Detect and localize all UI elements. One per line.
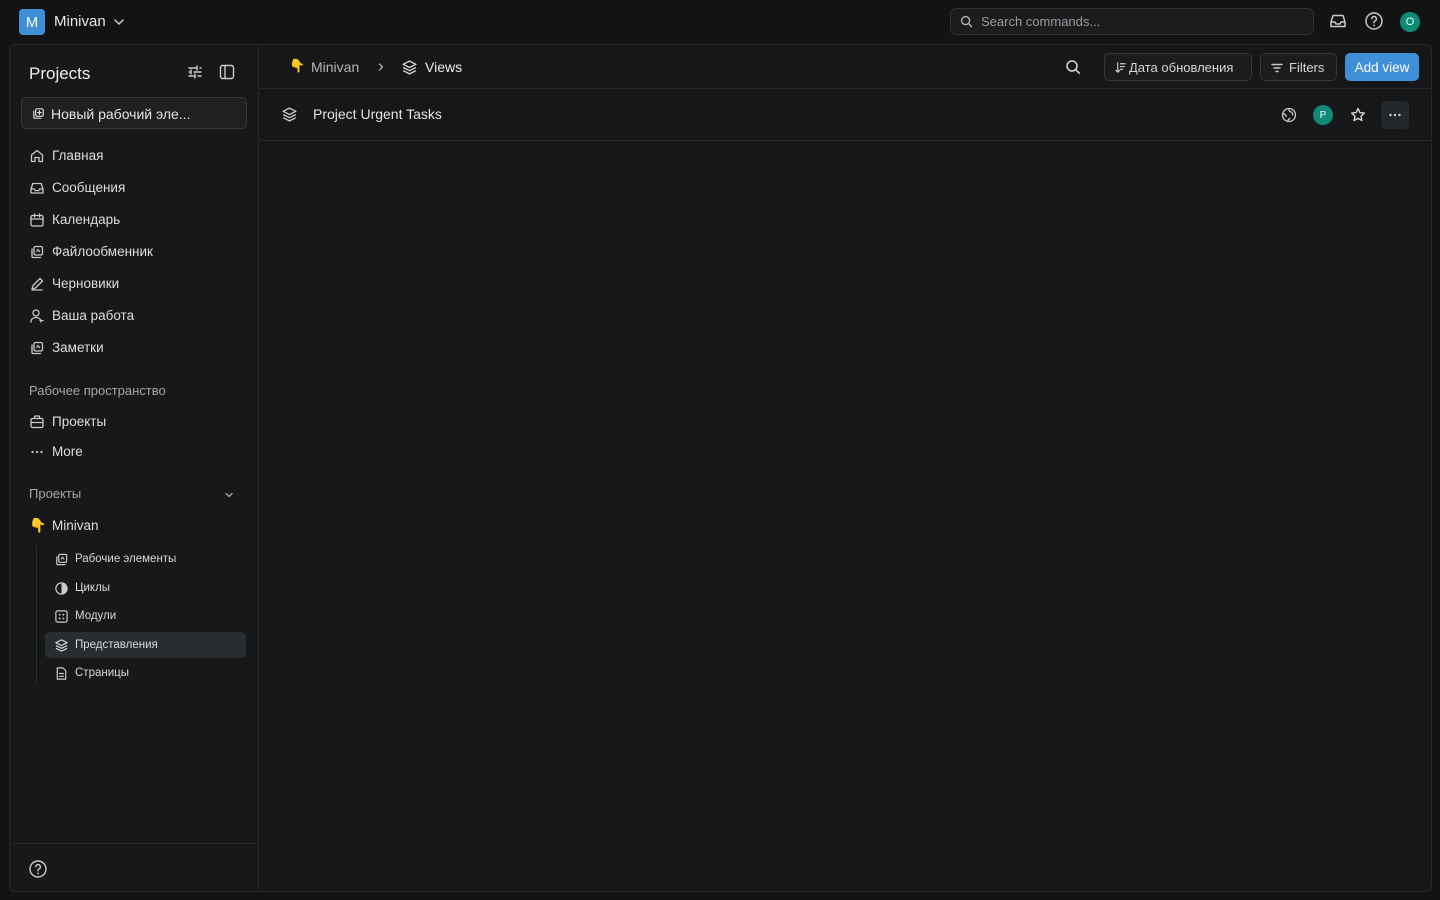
sidebar-item-more[interactable]: More [21, 439, 247, 465]
sub-item-label: Страницы [75, 667, 129, 679]
search-input[interactable] [981, 12, 1301, 31]
new-item-icon [33, 108, 44, 119]
stack-icon [56, 553, 68, 566]
sidebar-item-projects[interactable]: Проекты [21, 409, 247, 435]
search-icon [960, 15, 973, 28]
breadcrumb-project-emoji: 👇 [289, 58, 306, 73]
help-icon[interactable] [1364, 11, 1384, 31]
header-bar: 👇 Minivan Views Дата обновления Filters … [259, 45, 1431, 89]
chevron-down-icon[interactable] [112, 15, 126, 29]
help-icon[interactable] [28, 859, 48, 879]
contrast-icon [55, 582, 68, 595]
project-link-views[interactable]: Представления [45, 632, 246, 658]
sort-label: Дата обновления [1129, 60, 1234, 75]
globe-icon[interactable] [1280, 106, 1298, 124]
user-avatar[interactable]: O [1400, 12, 1420, 32]
star-icon[interactable] [1349, 106, 1367, 124]
sidebar-title: Projects [29, 64, 91, 83]
filter-icon [1271, 63, 1283, 73]
chevron-right-icon [378, 63, 384, 71]
sub-item-label: Циклы [75, 582, 111, 594]
sidebar-item-your-work[interactable]: Ваша работа [21, 303, 247, 329]
sidebar-item-drafts[interactable]: Черновики [21, 271, 247, 297]
sub-item-label: Рабочие элементы [75, 553, 177, 565]
sidebar-item-home[interactable]: Главная [21, 143, 247, 169]
user-icon [30, 309, 44, 323]
sidebar-item-label: Сообщения [52, 180, 126, 195]
search-icon[interactable] [1065, 59, 1081, 75]
app-frame: Projects Новый рабочий эле... Главная Со… [9, 44, 1432, 892]
sort-button[interactable]: Дата обновления [1104, 53, 1252, 81]
layers-icon [282, 107, 297, 122]
stack-icon [31, 245, 44, 259]
project-name: Minivan [52, 518, 99, 533]
briefcase-icon [30, 415, 44, 429]
project-link-modules[interactable]: Модули [45, 603, 246, 629]
chevron-down-icon[interactable] [223, 489, 235, 501]
inbox-icon [30, 182, 44, 194]
view-actions-button[interactable] [1381, 101, 1409, 129]
workspace-name[interactable]: Minivan [54, 13, 106, 30]
sidebar-item-label: Заметки [52, 340, 104, 355]
inbox-icon[interactable] [1328, 11, 1348, 31]
sidebar-footer-divider [10, 843, 258, 844]
filters-button[interactable]: Filters [1260, 53, 1337, 81]
project-link-cycles[interactable]: Циклы [45, 575, 246, 601]
new-work-item-button[interactable]: Новый рабочий эле... [21, 97, 247, 129]
sidebar-item-label: Файлообменник [52, 244, 153, 259]
calendar-icon [30, 213, 44, 227]
workspace-logo[interactable]: M [19, 9, 45, 35]
grid-icon [55, 610, 68, 623]
top-bar: M Minivan O [0, 0, 1440, 44]
sidebar-item-file-share[interactable]: Файлообменник [21, 239, 247, 265]
sidebar-item-label: Главная [52, 148, 104, 163]
sidebar-item-calendar[interactable]: Календарь [21, 207, 247, 233]
sidebar-item-label: Черновики [52, 276, 120, 291]
sidebar-item-label: Проекты [52, 414, 107, 429]
projects-section-label[interactable]: Проекты [29, 486, 81, 501]
breadcrumb-project[interactable]: Minivan [311, 59, 359, 75]
view-title[interactable]: Project Urgent Tasks [313, 106, 442, 122]
project-link-pages[interactable]: Страницы [45, 660, 246, 686]
workspace-section-label: Рабочее пространство [29, 383, 166, 398]
add-view-button[interactable]: Add view [1345, 53, 1419, 81]
tree-guide-line [36, 545, 37, 682]
new-item-label: Новый рабочий эле... [51, 106, 191, 122]
filters-label: Filters [1289, 60, 1325, 75]
file-icon [56, 667, 67, 680]
more-icon [31, 450, 43, 454]
project-link-work-items[interactable]: Рабочие элементы [45, 546, 246, 572]
layers-icon [55, 639, 68, 652]
view-owner-avatar[interactable]: P [1313, 105, 1333, 125]
project-minivan[interactable]: 👇 Minivan [21, 513, 247, 539]
home-icon [30, 149, 44, 163]
sidebar-item-label: Ваша работа [52, 308, 135, 323]
sliders-icon[interactable] [186, 63, 204, 81]
sidebar: Projects Новый рабочий эле... Главная Со… [10, 45, 259, 891]
sub-item-label: Модули [75, 610, 117, 622]
sidebar-item-label: Календарь [52, 212, 121, 227]
sidebar-item-notes[interactable]: Заметки [21, 335, 247, 361]
sidebar-item-label: More [52, 444, 83, 459]
more-icon [1389, 113, 1401, 117]
layers-icon [402, 60, 417, 75]
view-row[interactable]: Project Urgent Tasks P [259, 89, 1431, 141]
pen-icon [31, 277, 44, 291]
sort-icon [1115, 62, 1126, 73]
main-content: 👇 Minivan Views Дата обновления Filters … [259, 45, 1431, 891]
sidebar-toggle-icon[interactable] [218, 63, 236, 81]
stack-icon [31, 341, 44, 355]
breadcrumb-current[interactable]: Views [425, 59, 462, 75]
sub-item-label: Представления [75, 639, 158, 651]
command-search[interactable] [950, 8, 1314, 35]
project-emoji: 👇 [29, 517, 47, 533]
sidebar-item-messages[interactable]: Сообщения [21, 175, 247, 201]
